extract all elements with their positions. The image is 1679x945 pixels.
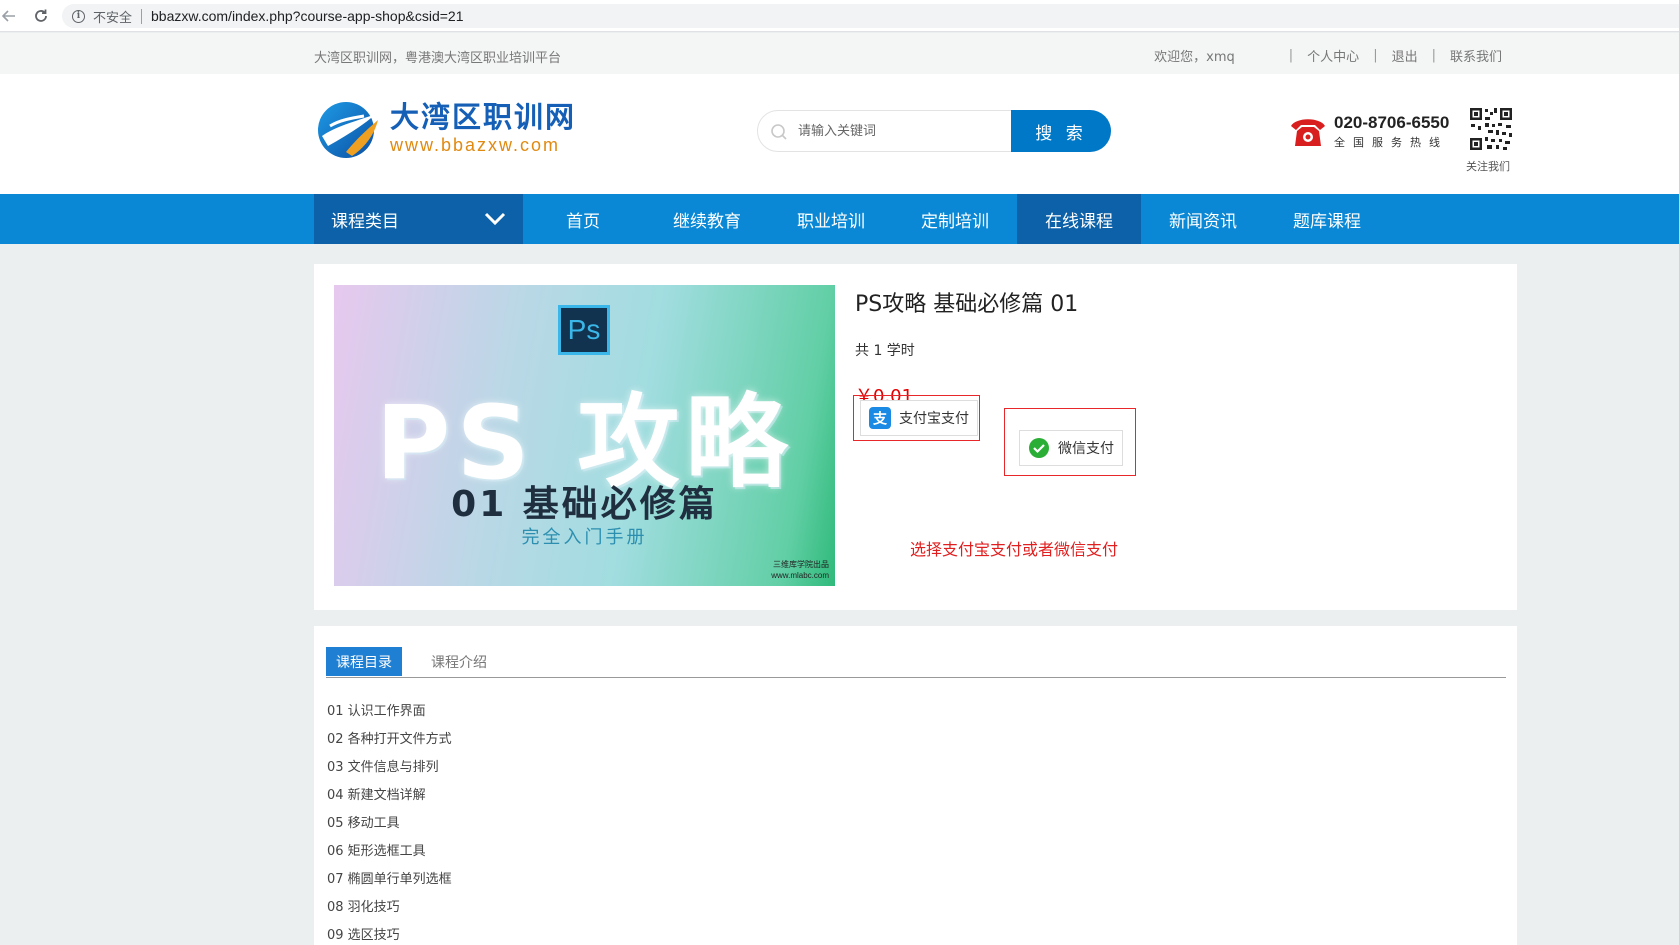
site-logo[interactable]: 大湾区职训网 www.bbazxw.com (316, 96, 576, 160)
course-catalog-panel: 课程目录 课程介绍 01 认识工作界面 02 各种打开文件方式 03 文件信息与… (314, 626, 1517, 945)
list-item[interactable]: 05 移动工具 (327, 810, 452, 838)
wechat-pay-icon (1029, 438, 1049, 458)
chevron-down-icon (484, 212, 506, 226)
insecure-label: 不安全 (93, 10, 133, 26)
list-item[interactable]: 02 各种打开文件方式 (327, 726, 452, 754)
nav-vocational-training[interactable]: 职业培训 (769, 194, 893, 244)
list-item[interactable]: 04 新建文档详解 (327, 782, 452, 810)
alipay-icon: 支 (869, 407, 891, 429)
course-title: PS攻略 基础必修篇 01 (855, 292, 1079, 317)
wechat-pay-button[interactable]: 微信支付 (1019, 430, 1123, 466)
search-icon (771, 124, 787, 140)
alipay-label: 支付宝支付 (899, 411, 969, 427)
photoshop-logo-icon: Ps (558, 305, 610, 355)
list-item[interactable]: 01 认识工作界面 (327, 698, 452, 726)
category-label: 课程类目 (331, 211, 399, 232)
user-links: 欢迎您，xmq | 个人中心 | 退出 | 联系我们 (1154, 46, 1502, 65)
thumbnail-credit: 三维库学院出品 www.mlabc.com (771, 560, 829, 580)
thumbnail-subtitle-2: 完全入门手册 (521, 527, 648, 548)
phone-icon (1291, 118, 1325, 146)
logout-link[interactable]: 退出 (1392, 46, 1418, 65)
wechat-pay-label: 微信支付 (1058, 441, 1114, 457)
site-tagline: 大湾区职训网，粤港澳大湾区职业培训平台 (314, 51, 562, 66)
nav-news[interactable]: 新闻资讯 (1141, 194, 1265, 244)
hotline: 020-8706-6550 全国服务热线 (1288, 113, 1449, 150)
lesson-list: 01 认识工作界面 02 各种打开文件方式 03 文件信息与排列 04 新建文档… (327, 698, 452, 945)
alipay-button[interactable]: 支 支付宝支付 (860, 400, 978, 436)
logo-url: www.bbazxw.com (390, 135, 561, 155)
info-icon[interactable]: i (72, 9, 85, 23)
list-item[interactable]: 03 文件信息与排列 (327, 754, 452, 782)
nav-home[interactable]: 首页 (521, 194, 645, 244)
course-category-menu[interactable]: 课程类目 (314, 194, 523, 244)
welcome-text: 欢迎您，xmq (1154, 50, 1235, 65)
logo-mark-icon (318, 102, 378, 158)
tab-course-catalog[interactable]: 课程目录 (326, 647, 402, 676)
list-item[interactable]: 09 选区技巧 (327, 922, 452, 945)
tab-course-intro[interactable]: 课程介绍 (421, 647, 497, 676)
logo-name: 大湾区职训网 (390, 100, 577, 134)
hotline-label: 全国服务热线 (1334, 136, 1448, 149)
browser-toolbar: i 不安全 bbazxw.com/index.php?course-app-sh… (0, 0, 1679, 32)
course-detail-panel: Ps PS 攻略 01 基础必修篇 完全入门手册 三维库学院出品 www.mla… (314, 264, 1517, 610)
contact-us-link[interactable]: 联系我们 (1450, 46, 1502, 65)
qr-code-icon (1468, 106, 1514, 152)
list-item[interactable]: 06 矩形选框工具 (327, 838, 452, 866)
reload-icon[interactable] (26, 0, 56, 32)
course-thumbnail: Ps PS 攻略 01 基础必修篇 完全入门手册 三维库学院出品 www.mla… (334, 285, 835, 586)
search-input[interactable] (798, 119, 998, 143)
list-item[interactable]: 07 椭圆单行单列选框 (327, 866, 452, 894)
list-item[interactable]: 08 羽化技巧 (327, 894, 452, 922)
back-arrow-icon[interactable] (0, 0, 18, 32)
search-button[interactable]: 搜 索 (1011, 110, 1111, 152)
payment-annotation: 选择支付宝支付或者微信支付 (910, 540, 1119, 559)
qr-label: 关注我们 (1466, 160, 1510, 173)
hotline-number: 020-8706-6550 (1334, 113, 1450, 132)
nav-custom-training[interactable]: 定制培训 (893, 194, 1017, 244)
thumbnail-subtitle: 01 基础必修篇 (451, 484, 718, 525)
course-hours: 共 1 学时 (855, 343, 915, 359)
url-text[interactable]: bbazxw.com/index.php?course-app-shop&csi… (151, 8, 463, 24)
address-bar[interactable]: i 不安全 bbazxw.com/index.php?course-app-sh… (62, 4, 1679, 28)
top-strip: 大湾区职训网，粤港澳大湾区职业培训平台 欢迎您，xmq | 个人中心 | 退出 … (0, 33, 1679, 74)
personal-center-link[interactable]: 个人中心 (1307, 46, 1359, 65)
nav-question-bank[interactable]: 题库课程 (1265, 194, 1389, 244)
main-nav: 课程类目 首页 继续教育 职业培训 定制培训 在线课程 新闻资讯 题库课程 (0, 194, 1679, 244)
nav-continuing-education[interactable]: 继续教育 (645, 194, 769, 244)
url-divider (141, 8, 143, 24)
svg-text:支: 支 (872, 411, 888, 428)
search-box: 搜 索 (757, 110, 1111, 152)
nav-online-courses[interactable]: 在线课程 (1017, 194, 1141, 244)
catalog-tabs: 课程目录 课程介绍 (326, 636, 1506, 678)
site-header: 大湾区职训网 www.bbazxw.com 搜 索 020-8706-6550 … (0, 74, 1679, 194)
